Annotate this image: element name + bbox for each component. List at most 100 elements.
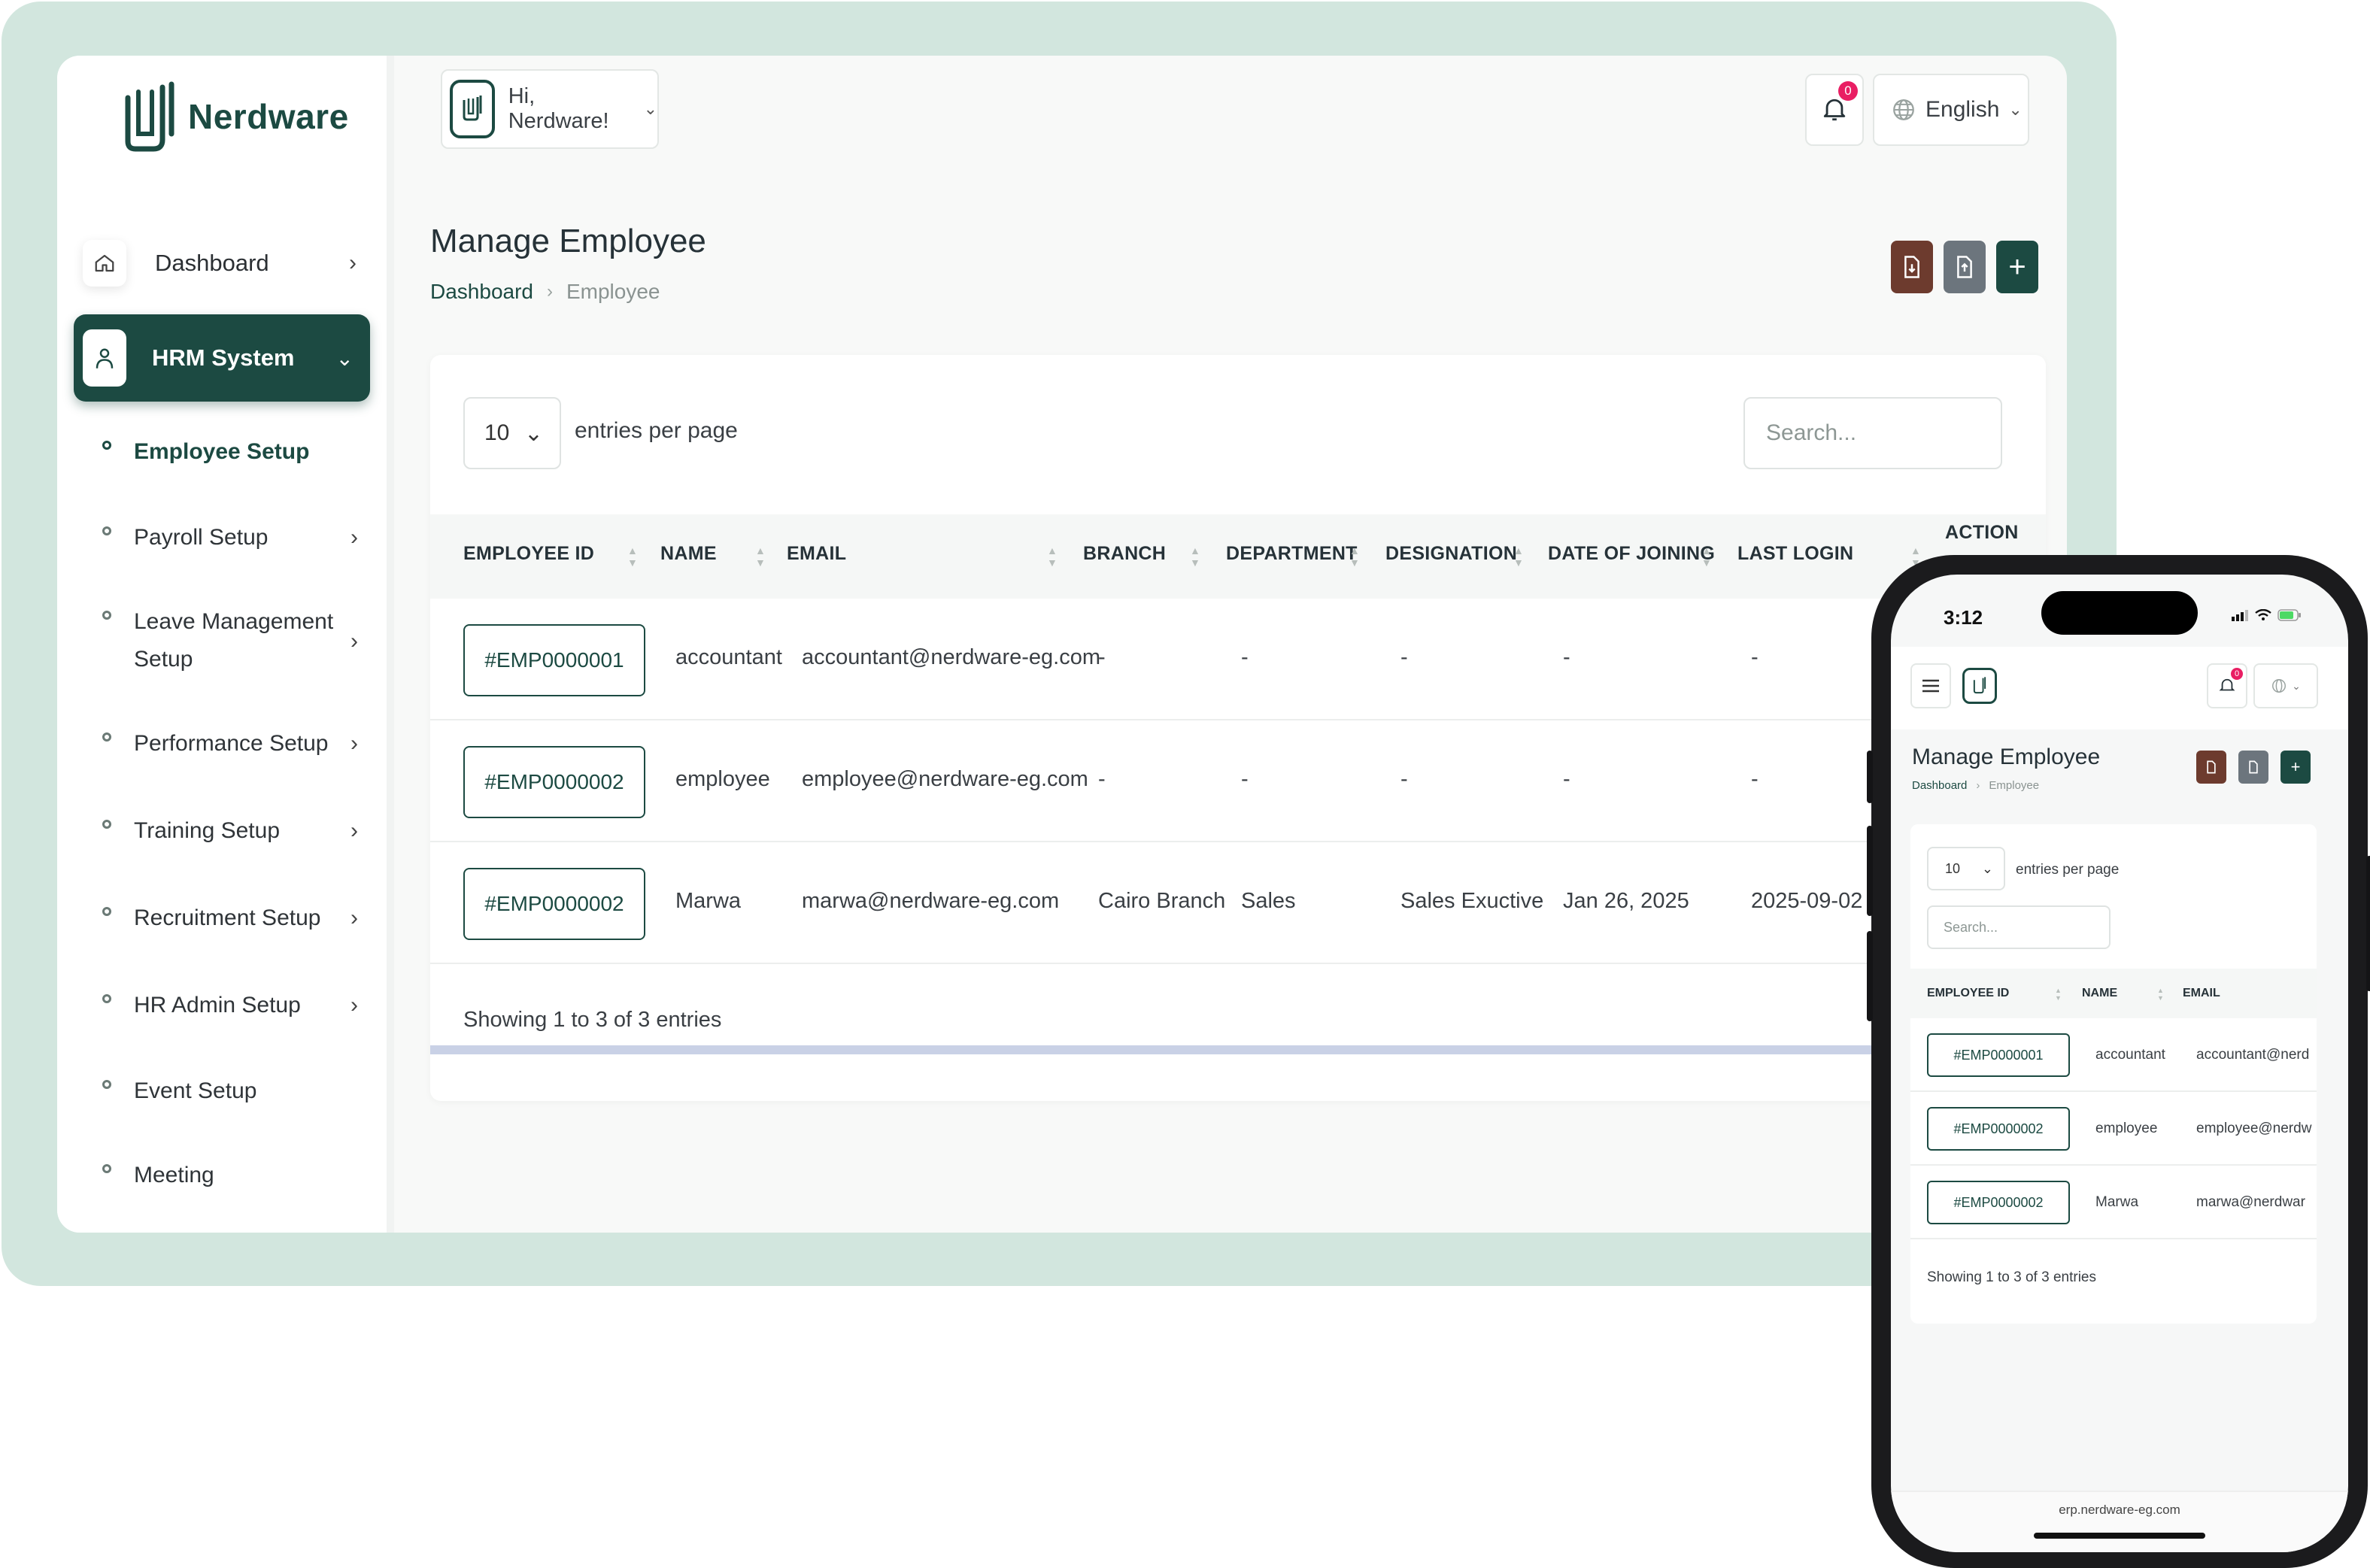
- column-email[interactable]: EMAIL: [2183, 987, 2220, 1000]
- sidebar-item-hrm-system[interactable]: HRM System ⌄: [74, 314, 370, 402]
- table-row: #EMP0000001 accountant accountant@nerd: [1910, 1018, 2317, 1092]
- cell-name: Marwa: [675, 889, 742, 913]
- brand-logo[interactable]: Nerdware: [123, 81, 349, 152]
- column-employee-id[interactable]: EMPLOYEE ID: [463, 543, 594, 565]
- cell-designation: -: [1400, 767, 1408, 791]
- browser-url-bar[interactable]: erp.nerdware-eg.com: [1891, 1491, 2348, 1552]
- sidebar-item-event-setup[interactable]: Event Setup: [102, 1072, 373, 1110]
- cell-last-login: -: [1751, 645, 1759, 669]
- chevron-right-icon: ›: [350, 905, 358, 930]
- sidebar-item-label: Meeting: [134, 1163, 214, 1187]
- chevron-right-icon: ›: [350, 525, 358, 550]
- page-size-value: 10: [1945, 860, 1961, 876]
- file-import-icon: [1957, 256, 1972, 278]
- breadcrumb-dashboard-link[interactable]: Dashboard: [430, 280, 533, 304]
- column-employee-id[interactable]: EMPLOYEE ID: [1927, 987, 2009, 1000]
- column-date-of-joining[interactable]: DATE OF JOINING: [1548, 543, 1715, 565]
- cell-department: Sales: [1241, 889, 1296, 913]
- sidebar: Nerdware Dashboard › HRM System ⌄ Employ…: [57, 56, 394, 1233]
- sidebar-item-performance-setup[interactable]: Performance Setup ›: [102, 725, 373, 763]
- sidebar-item-hr-admin-setup[interactable]: HR Admin Setup ›: [102, 987, 373, 1024]
- sort-icon[interactable]: ▲ ▼: [1349, 544, 1360, 569]
- bullet-icon: [102, 526, 111, 535]
- sidebar-item-label: Leave Management Setup: [134, 609, 334, 672]
- export-pdf-button[interactable]: [1891, 241, 1933, 293]
- sort-icon[interactable]: ▲ ▼: [627, 544, 638, 569]
- sort-icon[interactable]: ▲ ▼: [2055, 987, 2062, 1002]
- bullet-icon: [102, 1080, 111, 1089]
- home-indicator: [2034, 1533, 2205, 1539]
- language-selector[interactable]: English ⌄: [1873, 74, 2029, 146]
- import-file-button[interactable]: [1944, 241, 1986, 293]
- sort-icon[interactable]: ▲ ▼: [1190, 544, 1200, 569]
- import-file-button[interactable]: [2238, 751, 2268, 784]
- cell-name: Marwa: [2095, 1194, 2139, 1210]
- column-email[interactable]: EMAIL: [787, 543, 846, 565]
- sidebar-item-employee-setup[interactable]: Employee Setup: [102, 433, 373, 471]
- export-pdf-button[interactable]: [2196, 751, 2226, 784]
- sort-icon[interactable]: ▲ ▼: [1047, 544, 1058, 569]
- employee-id-link[interactable]: #EMP0000001: [463, 624, 645, 696]
- table-row: #EMP0000002 Marwa marwa@nerdware-eg.com …: [430, 842, 2046, 964]
- cell-name: accountant: [2095, 1047, 2165, 1063]
- employee-id-link[interactable]: #EMP0000002: [463, 868, 645, 940]
- notification-button[interactable]: 0: [2207, 663, 2247, 708]
- column-department[interactable]: DEPARTMENT: [1226, 543, 1358, 565]
- sidebar-item-payroll-setup[interactable]: Payroll Setup ›: [102, 519, 373, 557]
- home-icon: [83, 240, 126, 287]
- avatar[interactable]: [1959, 663, 2001, 708]
- bullet-icon: [102, 820, 111, 829]
- column-name[interactable]: NAME: [2082, 987, 2117, 1000]
- breadcrumb-dashboard-link[interactable]: Dashboard: [1912, 779, 1967, 792]
- page-size-select[interactable]: 10 ⌄: [463, 397, 561, 469]
- horizontal-scrollbar[interactable]: [430, 1045, 2046, 1054]
- sidebar-item-training-setup[interactable]: Training Setup ›: [102, 812, 373, 850]
- column-last-login[interactable]: LAST LOGIN: [1737, 543, 1853, 565]
- add-employee-button[interactable]: +: [1996, 241, 2038, 293]
- sort-icon[interactable]: ▲ ▼: [755, 544, 766, 569]
- search-input[interactable]: Search...: [1743, 397, 2002, 469]
- employee-id-link[interactable]: #EMP0000002: [1927, 1181, 2070, 1224]
- sort-icon[interactable]: ▲ ▼: [1701, 544, 1712, 569]
- user-greeting: Hi, Nerdware!: [508, 84, 609, 133]
- cell-email: marwa@nerdware-eg.com: [802, 889, 1060, 913]
- sidebar-item-recruitment-setup[interactable]: Recruitment Setup ›: [102, 899, 373, 937]
- table-header: EMPLOYEE ID ▲ ▼ NAME ▲ ▼ EMAIL: [1910, 969, 2317, 1018]
- table-row: #EMP0000002 employee employee@nerdw: [1910, 1092, 2317, 1166]
- battery-icon: [2277, 609, 2301, 621]
- status-icons: [2231, 609, 2302, 621]
- notification-button[interactable]: 0: [1805, 74, 1864, 146]
- sort-icon[interactable]: ▲ ▼: [1513, 544, 1524, 569]
- desktop-screen: Nerdware Dashboard › HRM System ⌄ Employ…: [57, 56, 2067, 1233]
- cell-branch: -: [1098, 645, 1106, 669]
- page-size-select[interactable]: 10 ⌄: [1927, 847, 2005, 890]
- chevron-right-icon: ›: [350, 818, 358, 843]
- chevron-right-icon: ›: [350, 993, 358, 1018]
- breadcrumb: Dashboard › Employee: [430, 280, 660, 304]
- column-name[interactable]: NAME: [660, 543, 717, 565]
- column-designation[interactable]: DESIGNATION: [1385, 543, 1517, 565]
- sidebar-item-dashboard[interactable]: Dashboard ›: [83, 229, 369, 298]
- sidebar-item-label: HR Admin Setup: [134, 993, 301, 1018]
- language-selector[interactable]: ⌄: [2253, 663, 2318, 708]
- bullet-icon: [102, 441, 111, 450]
- column-branch[interactable]: BRANCH: [1083, 543, 1166, 565]
- sidebar-item-meeting[interactable]: Meeting: [102, 1157, 373, 1194]
- add-employee-button[interactable]: +: [2280, 751, 2311, 784]
- search-input[interactable]: Search...: [1927, 905, 2111, 949]
- chevron-down-icon: ⌄: [523, 420, 543, 446]
- employee-id-link[interactable]: #EMP0000001: [1927, 1033, 2070, 1077]
- employee-id-link[interactable]: #EMP0000002: [1927, 1107, 2070, 1151]
- page-size-label: entries per page: [2016, 862, 2120, 878]
- cell-date-of-joining: -: [1563, 767, 1570, 791]
- sort-icon[interactable]: ▲ ▼: [2157, 987, 2164, 1002]
- status-time: 3:12: [1944, 606, 1983, 629]
- file-export-icon: [2207, 760, 2216, 774]
- sidebar-item-leave-management-setup[interactable]: Leave Management Setup ›: [102, 603, 373, 678]
- cell-email: accountant@nerdware-eg.com: [802, 645, 1100, 669]
- employee-id-link[interactable]: #EMP0000002: [463, 746, 645, 818]
- employee-table-card: 10 ⌄ entries per page Search... EMPLOYEE…: [1910, 824, 2317, 1324]
- wifi-icon: [2255, 609, 2271, 620]
- user-menu[interactable]: Hi, Nerdware! ⌄: [441, 69, 659, 149]
- menu-button[interactable]: [1910, 663, 1951, 708]
